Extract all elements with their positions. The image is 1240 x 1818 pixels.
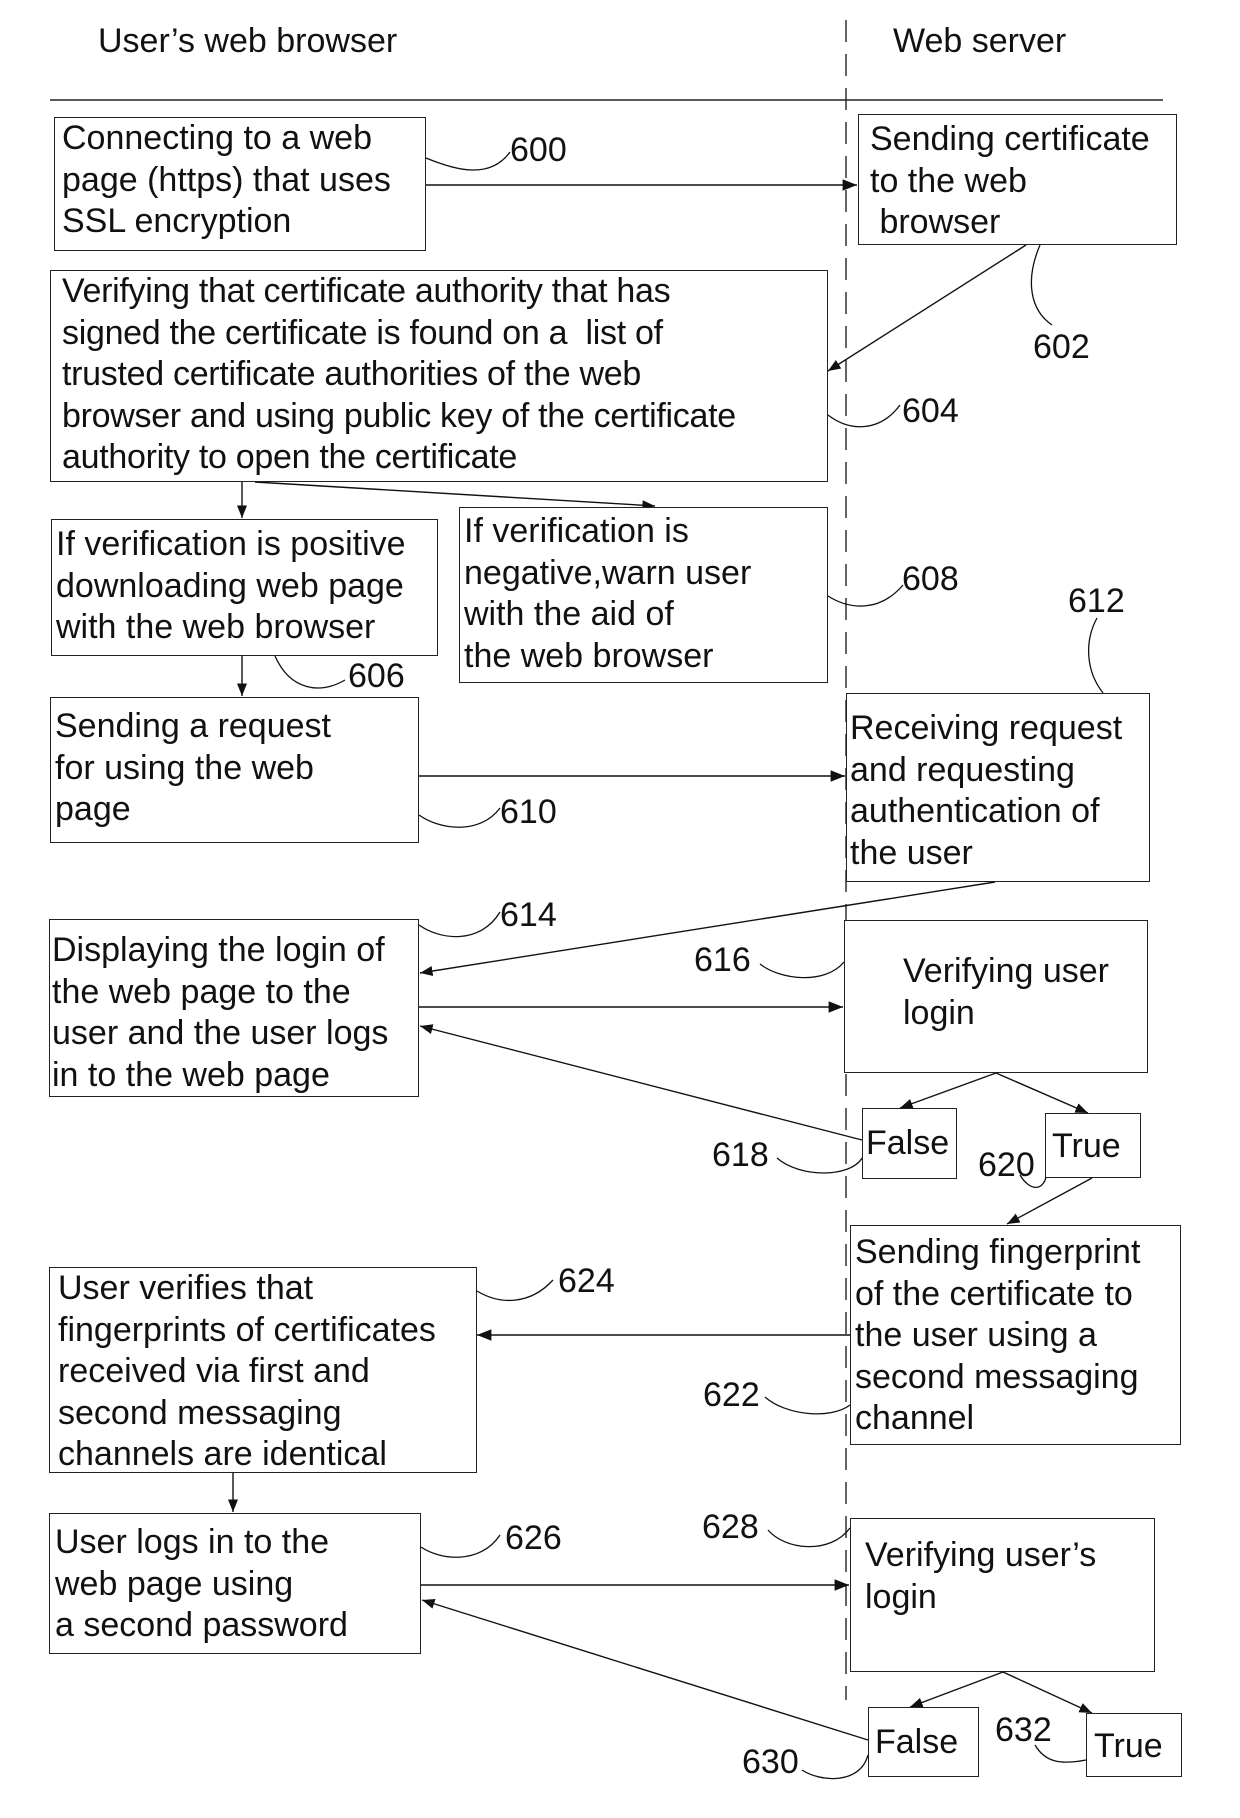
leader-608 xyxy=(827,584,904,607)
ref-608: 608 xyxy=(902,560,959,598)
step-622-send-fingerprint-box: Sending fingerprint of the certificate t… xyxy=(850,1225,1181,1445)
step-628-verify-users-login-box: Verifying user’s login xyxy=(850,1518,1155,1672)
ref-600: 600 xyxy=(510,131,567,169)
leader-602 xyxy=(1030,244,1053,326)
leader-600 xyxy=(425,151,511,171)
step-630-false-box: False xyxy=(868,1707,979,1777)
lane-title-server: Web server xyxy=(893,22,1067,60)
ref-620: 620 xyxy=(978,1146,1035,1184)
arrow-628-to-630 xyxy=(909,1671,1004,1708)
ref-612: 612 xyxy=(1068,582,1125,620)
leader-614 xyxy=(418,911,501,938)
ref-628: 628 xyxy=(702,1508,759,1546)
ref-606: 606 xyxy=(348,657,405,695)
step-620-label: True xyxy=(1052,1127,1121,1165)
step-622-text: Sending fingerprint of the certificate t… xyxy=(855,1233,1141,1437)
step-602-send-certificate-box: Sending certificate to the web browser xyxy=(858,114,1177,245)
step-624-user-verifies-box: User verifies that fingerprints of certi… xyxy=(49,1267,477,1473)
step-610-request-box: Sending a request for using the web page xyxy=(50,697,419,843)
ref-622: 622 xyxy=(703,1376,760,1414)
step-604-text: Verifying that certificate authority tha… xyxy=(62,272,736,476)
step-618-label: False xyxy=(866,1124,950,1162)
step-600-text: Connecting to a web page (https) that us… xyxy=(62,119,391,240)
step-606-text: If verification is positive downloading … xyxy=(56,525,406,646)
step-632-true-box: True xyxy=(1086,1713,1182,1777)
step-616-text: Verifying user login xyxy=(903,952,1109,1032)
step-628-text: Verifying user’s login xyxy=(865,1536,1097,1616)
step-632-label: True xyxy=(1094,1727,1163,1765)
leader-624 xyxy=(476,1279,554,1302)
step-600-connect-box: Connecting to a web page (https) that us… xyxy=(54,117,426,251)
ref-614: 614 xyxy=(500,896,557,934)
step-614-display-login-box: Displaying the login of the web page to … xyxy=(49,919,419,1097)
ref-602: 602 xyxy=(1033,328,1090,366)
leader-616 xyxy=(759,961,845,979)
step-616-verify-login-box: Verifying user login xyxy=(844,920,1148,1073)
step-614-text: Displaying the login of the web page to … xyxy=(52,931,389,1094)
leader-622 xyxy=(764,1396,851,1415)
ref-616: 616 xyxy=(694,941,751,979)
ref-618: 618 xyxy=(712,1136,769,1174)
step-604-verify-ca-box: Verifying that certificate authority tha… xyxy=(50,270,828,482)
step-626-second-password-box: User logs in to the web page using a sec… xyxy=(49,1513,421,1654)
arrow-618-to-614 xyxy=(419,1024,863,1141)
ref-610: 610 xyxy=(500,793,557,831)
step-624-text: User verifies that fingerprints of certi… xyxy=(58,1269,436,1473)
leader-606 xyxy=(274,655,346,689)
step-608-text: If verification is negative,warn user wi… xyxy=(464,512,752,675)
arrow-620-to-622 xyxy=(1006,1177,1093,1225)
arrow-602-to-604 xyxy=(827,244,1027,372)
leader-612 xyxy=(1088,617,1104,694)
step-630-label: False xyxy=(875,1723,959,1761)
arrow-616-to-620 xyxy=(995,1072,1089,1114)
ref-624: 624 xyxy=(558,1262,615,1300)
step-612-receive-request-box: Receiving request and requesting authent… xyxy=(846,693,1150,882)
leader-618 xyxy=(776,1157,863,1174)
step-618-false-box: False xyxy=(862,1108,957,1179)
ref-604: 604 xyxy=(902,392,959,430)
step-606-positive-box: If verification is positive downloading … xyxy=(51,519,438,656)
ref-630: 630 xyxy=(742,1743,799,1781)
step-610-text: Sending a request for using the web page xyxy=(55,707,331,828)
leader-630 xyxy=(801,1754,869,1780)
step-602-text: Sending certificate to the web browser xyxy=(870,120,1150,241)
arrow-604-to-608 xyxy=(254,481,656,511)
ref-626: 626 xyxy=(505,1519,562,1557)
arrow-628-to-632 xyxy=(1002,1671,1093,1714)
leader-610 xyxy=(418,807,501,828)
ref-632: 632 xyxy=(995,1711,1052,1749)
step-608-negative-box: If verification is negative,warn user wi… xyxy=(459,507,828,683)
step-620-true-box: True xyxy=(1045,1113,1141,1178)
arrow-630-to-626 xyxy=(421,1598,869,1741)
arrow-616-to-618 xyxy=(899,1072,997,1109)
lane-title-browser: User’s web browser xyxy=(98,22,398,60)
step-612-text: Receiving request and requesting authent… xyxy=(850,709,1123,872)
leader-604 xyxy=(827,404,901,428)
step-626-text: User logs in to the web page using a sec… xyxy=(55,1523,348,1644)
leader-628 xyxy=(767,1527,851,1548)
leader-626 xyxy=(420,1534,501,1558)
